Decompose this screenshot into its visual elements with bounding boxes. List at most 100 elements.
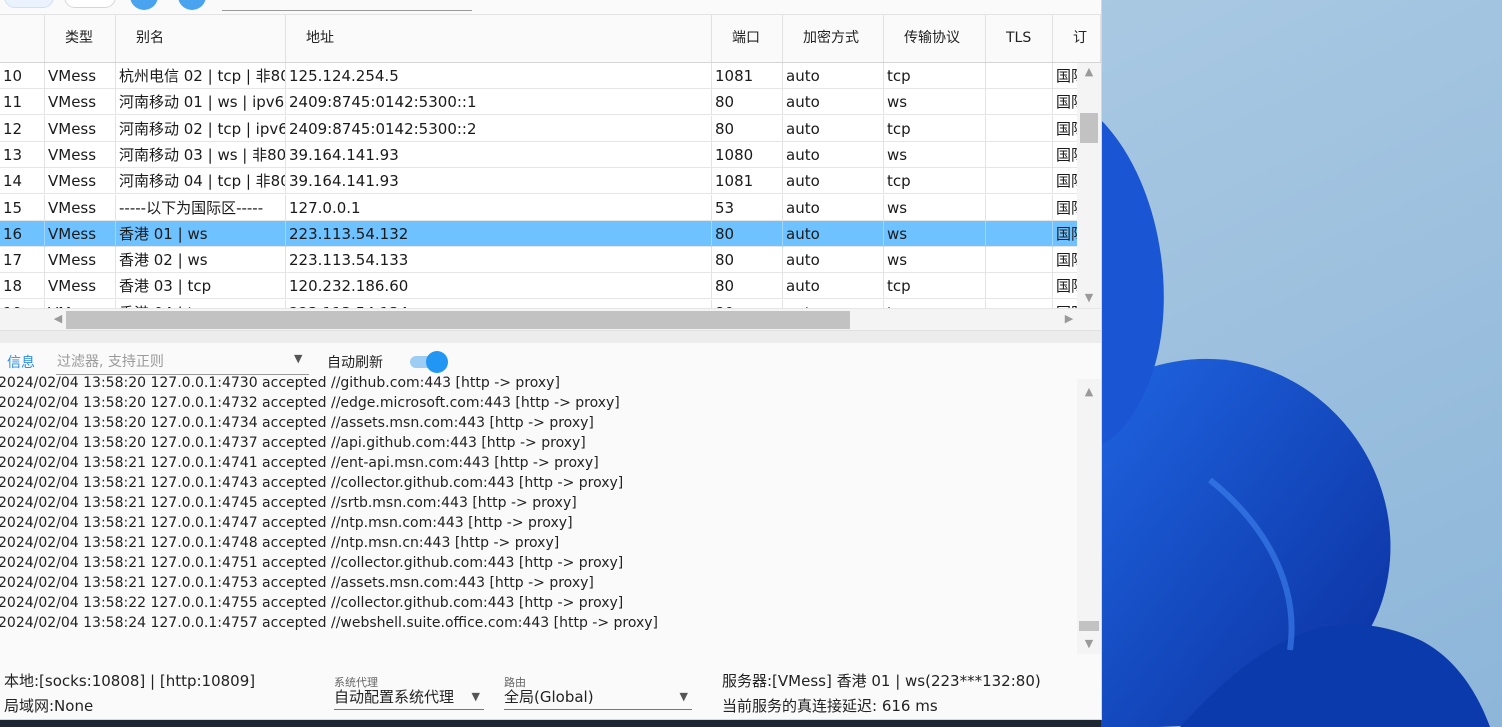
cell-alias: 香港 03 | tcp: [116, 273, 286, 300]
table-row[interactable]: 10 VMess 杭州电信 02 | tcp | 非80 125.124.254.5 1…: [0, 63, 1077, 89]
cell-network: tcp: [884, 273, 986, 300]
column-header-index[interactable]: [0, 15, 45, 62]
cell-address: 127.0.0.1: [286, 194, 712, 221]
cell-security: auto: [783, 63, 884, 89]
cell-address: 125.124.254.5: [286, 63, 712, 89]
toolbar-button[interactable]: [4, 0, 54, 8]
scroll-right-arrow-icon[interactable]: ▶: [1057, 312, 1081, 325]
cell-port: 53: [712, 194, 783, 221]
table-row[interactable]: 11 VMess 河南移动 01 | ws | ipv6 2409:8745:0142…: [0, 89, 1077, 116]
table-row[interactable]: 19VMess香港 04 | tcp223.113.54.13480autotc…: [0, 299, 1077, 308]
cell-subscription: 国际: [1053, 89, 1077, 115]
cell-subscription: 国际: [1053, 300, 1077, 308]
cell-tls: [986, 273, 1053, 300]
log-vertical-scrollbar[interactable]: ▲ ▼: [1077, 379, 1101, 654]
cell-port: 1081: [712, 63, 783, 89]
tab-info[interactable]: 信息: [7, 352, 35, 372]
scroll-down-arrow-icon[interactable]: ▼: [1077, 291, 1101, 304]
column-header-subscription[interactable]: 订: [1053, 15, 1101, 62]
cell-security: auto: [783, 168, 884, 195]
table-row[interactable]: 12 VMess 河南移动 02 | tcp | ipv6 2409:8745:014…: [0, 115, 1077, 142]
scrollbar-thumb[interactable]: [1080, 113, 1098, 143]
cell-subscription: 国际: [1053, 195, 1077, 221]
table-body: 10 VMess 杭州电信 02 | tcp | 非80 125.124.254.5 1…: [0, 63, 1077, 308]
cell-security: auto: [783, 299, 884, 308]
cell-address: 2409:8745:0142:5300::2: [286, 115, 712, 142]
cell-tls: [986, 141, 1053, 168]
chevron-down-icon[interactable]: ▼: [294, 352, 302, 365]
cell-alias: 杭州电信 02 | tcp | 非80: [116, 63, 286, 89]
cell-security: auto: [783, 89, 884, 116]
column-header-alias[interactable]: 别名: [116, 15, 286, 62]
cell-type: VMess: [45, 115, 116, 142]
table-row[interactable]: 17 VMess 香港 02 | ws 223.113.54.133 80 auto ws 国…: [0, 247, 1077, 274]
cell-subscription: 国际: [1053, 168, 1077, 194]
scroll-up-arrow-icon[interactable]: ▲: [1077, 385, 1101, 398]
cell-subscription: 国际: [1053, 273, 1077, 299]
cell-port: 80: [712, 89, 783, 116]
cell-type: VMess: [45, 273, 116, 300]
log-line: 2024/02/04 13:58:21 127.0.0.1:4747 accep…: [0, 515, 573, 531]
cell-subscription: 国际: [1053, 63, 1077, 89]
scrollbar-thumb[interactable]: [1079, 621, 1099, 631]
cell-index: 12: [0, 115, 45, 142]
cell-port: 1080: [712, 141, 783, 168]
chevron-down-icon: ▼: [679, 690, 688, 703]
table-row[interactable]: 18 VMess 香港 03 | tcp 120.232.186.60 80 auto tc…: [0, 273, 1077, 300]
cell-port: 80: [712, 299, 783, 308]
column-header-address[interactable]: 地址: [286, 15, 712, 62]
toolbar-round-button[interactable]: [178, 0, 206, 10]
table-row[interactable]: 13 VMess 河南移动 03 | ws | 非80 39.164.141.93 10…: [0, 141, 1077, 168]
scroll-down-arrow-icon[interactable]: ▼: [1077, 637, 1101, 650]
cell-port: 80: [712, 247, 783, 274]
autorefresh-toggle[interactable]: [410, 351, 450, 373]
log-filter-input[interactable]: [56, 349, 309, 375]
cell-subscription: 国际: [1053, 142, 1077, 168]
cell-port: 1081: [712, 168, 783, 195]
column-header-network[interactable]: 传输协议: [884, 15, 986, 62]
log-line: 2024/02/04 13:58:21 127.0.0.1:4741 accep…: [0, 455, 599, 471]
column-header-tls[interactable]: TLS: [986, 15, 1053, 62]
table-row[interactable]: 15 VMess -----以下为国际区----- 127.0.0.1 53 auto ws…: [0, 194, 1077, 221]
scroll-up-arrow-icon[interactable]: ▲: [1077, 65, 1101, 78]
cell-type: VMess: [45, 168, 116, 195]
table-row[interactable]: 16 VMess 香港 01 | ws 223.113.54.132 80 auto ws 国…: [0, 220, 1077, 247]
cell-type: VMess: [45, 194, 116, 221]
log-output: 2024/02/04 13:58:20 127.0.0.1:4730 accep…: [0, 373, 1077, 633]
cell-type: VMess: [45, 247, 116, 274]
cell-type: VMess: [45, 299, 116, 308]
table-row[interactable]: 14 VMess 河南移动 04 | tcp | 非80 39.164.141.93 1…: [0, 168, 1077, 195]
cell-tls: [986, 220, 1053, 247]
column-header-security[interactable]: 加密方式: [783, 15, 884, 62]
toolbar-button[interactable]: [64, 0, 116, 8]
cell-alias: 河南移动 03 | ws | 非80: [116, 141, 286, 168]
cell-tls: [986, 299, 1053, 308]
cell-type: VMess: [45, 89, 116, 116]
cell-index: 19: [0, 299, 45, 308]
scrollbar-thumb[interactable]: [66, 311, 850, 329]
server-search-input[interactable]: [222, 0, 472, 11]
routing-select[interactable]: 全局(Global) ▼: [504, 685, 692, 710]
cell-port: 80: [712, 220, 783, 247]
cell-alias: 香港 01 | ws: [116, 220, 286, 247]
log-line: 2024/02/04 13:58:20 127.0.0.1:4734 accep…: [0, 415, 594, 431]
cell-alias: 河南移动 02 | tcp | ipv6: [116, 115, 286, 142]
autorefresh-label: 自动刷新: [327, 355, 383, 371]
cell-network: tcp: [884, 63, 986, 89]
cell-security: auto: [783, 194, 884, 221]
cell-index: 17: [0, 247, 45, 274]
system-proxy-select[interactable]: 自动配置系统代理 ▼: [334, 685, 484, 710]
toolbar-round-button[interactable]: [130, 0, 158, 10]
panel-splitter[interactable]: [0, 330, 1101, 343]
table-header: 类型 别名 地址 端口 加密方式 传输协议 TLS 订: [0, 15, 1101, 63]
cell-alias: -----以下为国际区-----: [116, 194, 286, 221]
table-horizontal-scrollbar[interactable]: ◀ ▶: [0, 308, 1101, 332]
cell-network: tcp: [884, 115, 986, 142]
column-header-port[interactable]: 端口: [712, 15, 783, 62]
table-vertical-scrollbar[interactable]: ▲ ▼: [1077, 63, 1101, 308]
log-line: 2024/02/04 13:58:21 127.0.0.1:4743 accep…: [0, 475, 624, 491]
cell-security: auto: [783, 115, 884, 142]
cell-alias: 河南移动 04 | tcp | 非80: [116, 168, 286, 195]
cell-subscription: 国际: [1053, 221, 1077, 247]
column-header-type[interactable]: 类型: [45, 15, 116, 62]
